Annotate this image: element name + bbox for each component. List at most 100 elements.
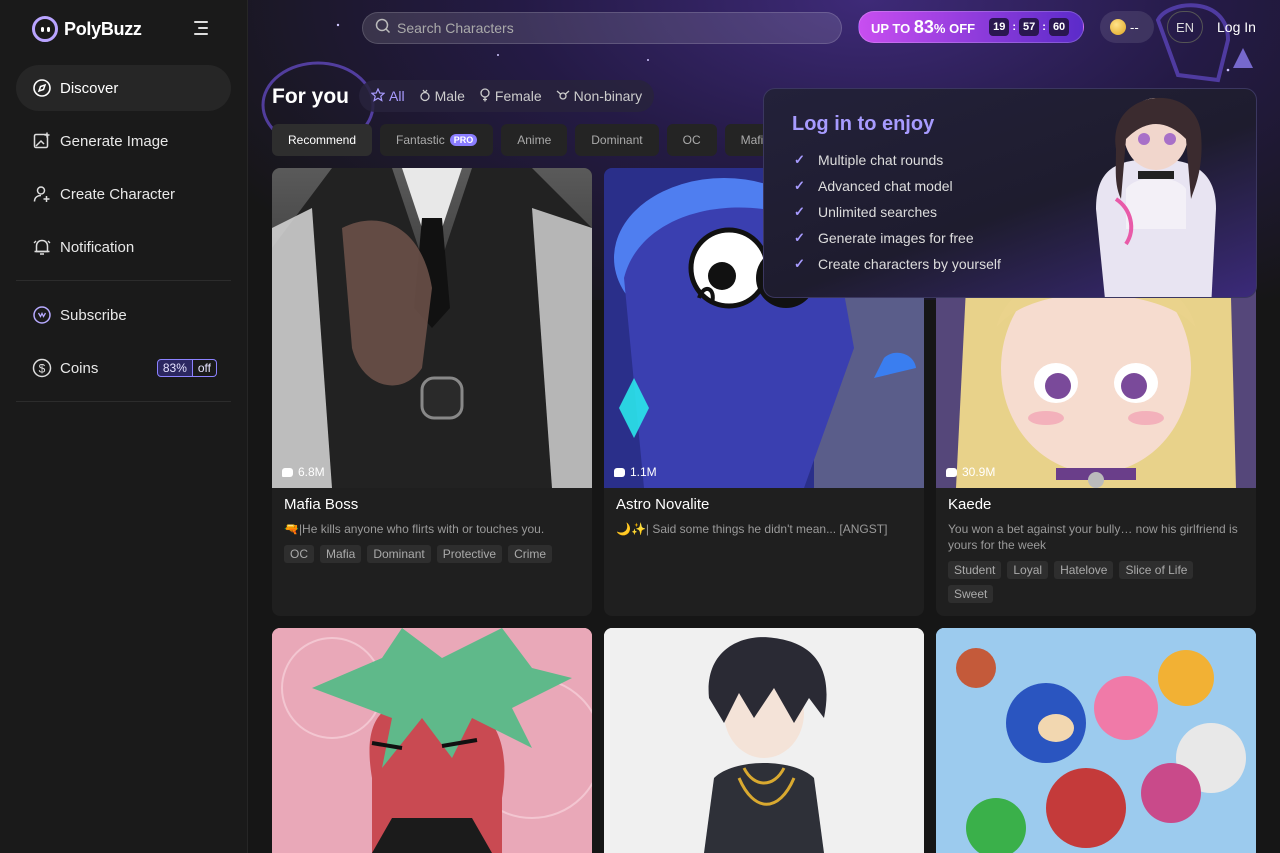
coin-balance[interactable]: -- <box>1100 11 1154 43</box>
tab-non-binary[interactable]: Non-binary <box>556 88 642 104</box>
character-name: Mafia Boss <box>284 496 359 513</box>
character-name: Kaede <box>948 496 992 513</box>
user-plus-icon <box>32 184 52 204</box>
benefit-item: ✓ Unlimited searches <box>794 204 938 220</box>
timer-seconds: 60 <box>1048 18 1070 36</box>
check-icon: ✓ <box>794 204 805 219</box>
promo-label: UP TO 83% OFF <box>871 16 976 37</box>
character-image <box>936 628 1256 853</box>
logo-icon <box>32 16 58 42</box>
tag[interactable]: Student <box>948 561 1002 579</box>
check-icon: ✓ <box>794 178 805 193</box>
sidebar-divider <box>16 401 231 402</box>
tag[interactable]: Sweet <box>948 585 994 603</box>
sidebar-item-create-character[interactable]: Create Character <box>16 171 231 217</box>
chip-dominant[interactable]: Dominant <box>575 124 659 156</box>
sidebar-item-coins[interactable]: $ Coins 83% off <box>16 345 231 391</box>
chip-fantastic[interactable]: Fantastic PRO <box>380 124 494 156</box>
sidebar-nav: Discover Generate Image Create Character… <box>16 65 231 413</box>
sidebar-item-label: Discover <box>60 79 119 97</box>
benefit-item: ✓ Generate images for free <box>794 230 974 246</box>
collapse-menu-icon[interactable] <box>194 20 212 36</box>
tag[interactable]: Loyal <box>1007 561 1049 579</box>
tag[interactable]: Crime <box>508 545 553 563</box>
check-icon: ✓ <box>794 230 805 245</box>
chat-bubble-icon <box>614 467 625 477</box>
character-card[interactable] <box>936 628 1256 853</box>
chat-count: 6.8M <box>282 465 325 479</box>
image-plus-icon <box>32 131 52 151</box>
sidebar-item-subscribe[interactable]: Subscribe <box>16 292 231 338</box>
character-image <box>272 628 592 853</box>
bell-icon <box>32 237 52 257</box>
tag[interactable]: Slice of Life <box>1119 561 1194 579</box>
check-icon: ✓ <box>794 152 805 167</box>
tab-all[interactable]: All <box>370 87 405 105</box>
search-input[interactable] <box>397 20 817 36</box>
dollar-icon: $ <box>32 358 52 378</box>
benefit-item: ✓ Advanced chat model <box>794 178 953 194</box>
tag[interactable]: Mafia <box>320 545 362 563</box>
benefit-item: ✓ Create characters by yourself <box>794 256 1001 272</box>
sidebar-item-label: Notification <box>60 238 135 256</box>
timer-hours: 19 <box>989 18 1010 36</box>
mascot-illustration <box>1096 97 1216 297</box>
crown-icon <box>32 305 52 325</box>
logo[interactable]: PolyBuzz <box>32 16 142 42</box>
female-icon <box>479 87 491 105</box>
chip-recommend[interactable]: Recommend <box>272 124 373 156</box>
sidebar-item-discover[interactable]: Discover <box>16 65 231 111</box>
page-title: For you <box>272 85 349 108</box>
tag[interactable]: OC <box>284 545 314 563</box>
sidebar-item-notification[interactable]: Notification <box>16 224 231 270</box>
timer-minutes: 57 <box>1019 18 1040 36</box>
sidebar-item-label: Coins <box>60 359 99 377</box>
check-icon: ✓ <box>794 256 805 271</box>
search-icon <box>375 18 391 39</box>
login-prompt-panel[interactable]: Log in to enjoy ✓ Multiple chat rounds ✓ A… <box>763 88 1257 298</box>
benefit-list: ✓ Multiple chat rounds ✓ Advanced chat mod… <box>794 147 1001 277</box>
male-icon <box>419 88 431 105</box>
character-description: 🔫|He kills anyone who flirts with or tou… <box>284 522 545 536</box>
language-button[interactable]: EN <box>1167 11 1203 43</box>
tag[interactable]: Hatelove <box>1054 561 1114 579</box>
category-chips: Recommend Fantastic PRO Anime Dominant OC… <box>272 124 772 156</box>
character-image: 6.8M <box>272 168 592 488</box>
character-card[interactable]: 6.8M Mafia Boss 🔫|He kills anyone who fl… <box>272 168 592 616</box>
tag[interactable]: Protective <box>436 545 503 563</box>
chat-count: 1.1M <box>614 465 657 479</box>
sidebar-item-label: Create Character <box>60 185 176 203</box>
login-button[interactable]: Log In <box>1217 19 1256 35</box>
promo-banner[interactable]: UP TO 83% OFF 19: 57: 60 <box>858 11 1084 43</box>
pro-badge: PRO <box>449 134 478 146</box>
sidebar-item-label: Generate Image <box>60 132 169 150</box>
chip-oc[interactable]: OC <box>666 124 717 156</box>
tag[interactable]: Dominant <box>367 545 431 563</box>
search-bar[interactable] <box>362 12 842 44</box>
chip-anime[interactable]: Anime <box>501 124 568 156</box>
sidebar-item-label: Subscribe <box>60 306 127 324</box>
compass-icon <box>32 78 52 98</box>
logo-text: PolyBuzz <box>64 18 142 39</box>
benefit-item: ✓ Multiple chat rounds <box>794 152 944 168</box>
gender-tabs: All Male Female Non-binary <box>359 80 655 112</box>
discount-badge: 83% off <box>156 359 217 377</box>
chat-bubble-icon <box>946 467 957 477</box>
sidebar-item-generate-image[interactable]: Generate Image <box>16 118 231 164</box>
login-prompt-title: Log in to enjoy <box>792 113 935 135</box>
coin-icon <box>1110 19 1126 35</box>
countdown-timer: 19: 57: 60 <box>989 18 1070 36</box>
character-image <box>604 628 924 853</box>
tag-list: Student Loyal Hatelove Slice of Life Swe… <box>936 553 1256 615</box>
character-description: 🌙✨| Said some things he didn't mean... [… <box>616 522 888 536</box>
star-icon <box>370 87 386 105</box>
character-card[interactable] <box>272 628 592 853</box>
tab-male[interactable]: Male <box>419 88 465 105</box>
character-card[interactable] <box>604 628 924 853</box>
tag-list: OC Mafia Dominant Protective Crime <box>272 537 592 575</box>
tab-female[interactable]: Female <box>479 87 542 105</box>
coin-balance-value: -- <box>1130 19 1139 35</box>
chat-count: 30.9M <box>946 465 995 479</box>
nonbinary-icon <box>556 88 570 104</box>
sidebar-divider <box>16 280 231 281</box>
